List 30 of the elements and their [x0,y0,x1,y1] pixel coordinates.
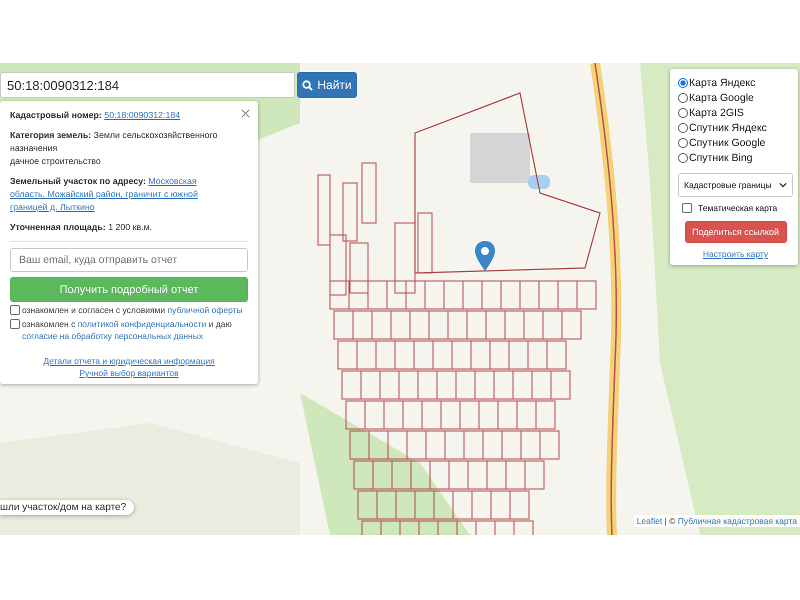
chevron-icon [779,182,787,188]
layer-radio[interactable]: Карта 2GIS [678,105,793,120]
map-attribution: Leaflet | © Публичная кадастровая карта [634,515,800,527]
layer-radio[interactable]: Карта Яндекс [678,75,793,90]
email-field[interactable]: Ваш email, куда отправить отчет [10,248,248,272]
info-field: Земельный участок по адресу: Московская область, Можайский район, граничит с южной границей д. Лыткино [10,175,232,214]
consent-text: ознакомлен с политикой конфиденциальности и даю согласие на обработку персональных данных [22,318,233,342]
close-icon[interactable] [241,109,250,118]
footer-link[interactable]: Детали отчета и юридическая информация [43,356,215,366]
layer-select[interactable]: Кадастровые границы [678,173,793,197]
layer-radio[interactable]: Спутник Google [678,135,793,150]
checkbox-label: Тематическая карта [698,202,778,212]
share-button[interactable]: Поделиться ссылкой [684,221,786,243]
settings-link[interactable]: Настроить карту [702,249,768,259]
info-field: Уточненная площадь: 1 200 кв.м. [10,221,232,234]
prompt-tooltip[interactable]: шли участок/дом на карте? [0,500,134,515]
info-field: Кадастровый номер: 50:18:0090312:184 [10,109,232,122]
checkbox[interactable] [10,319,20,329]
checkbox[interactable] [682,203,692,213]
footer-link[interactable]: Ручной выбор вариантов [79,368,179,378]
layer-radio[interactable]: Спутник Яндекс [678,120,793,135]
search-icon [302,80,314,90]
layer-radio[interactable]: Спутник Bing [678,150,793,165]
consent-text: ознакомлен и согласен с условиями публичной оферты [22,304,243,316]
checkbox[interactable] [10,305,20,315]
layer-radio[interactable]: Карта Google [678,90,793,105]
info-field: Категория земель: Земли сельскохозяйственного назначения дачное строительство [10,129,232,168]
search-button[interactable]: Найти [297,72,357,98]
search-field[interactable]: 50:18:0090312:184 [0,72,295,98]
map-pin-icon[interactable] [475,241,495,271]
